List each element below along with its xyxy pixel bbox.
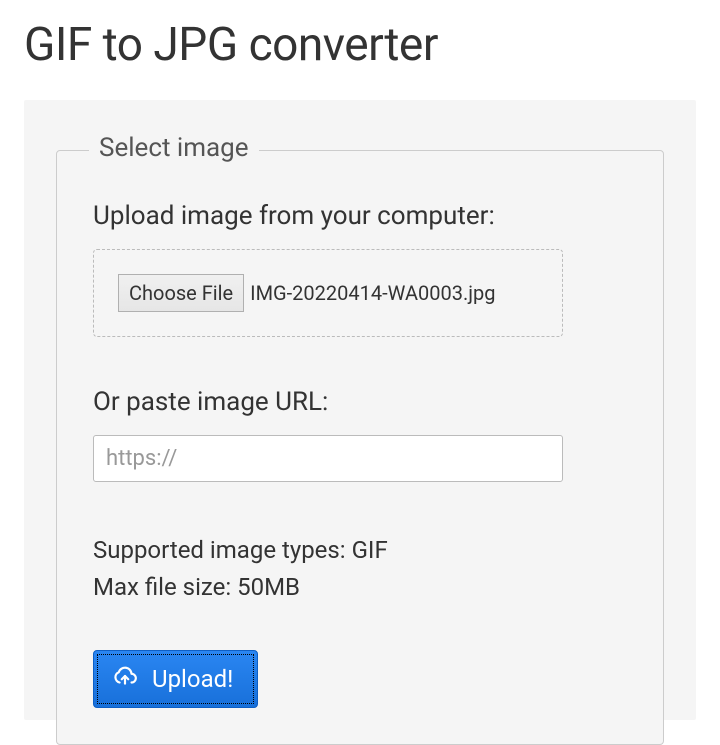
select-image-fieldset: Select image Upload image from your comp… (56, 150, 664, 745)
page-title: GIF to JPG converter (0, 0, 720, 100)
info-block: Supported image types: GIF Max file size… (93, 532, 627, 606)
upload-button[interactable]: Upload! (93, 650, 258, 708)
upload-button-label: Upload! (152, 665, 233, 693)
fieldset-legend: Select image (89, 133, 259, 163)
supported-types-line: Supported image types: GIF (93, 532, 627, 569)
choose-file-button[interactable]: Choose File (118, 274, 244, 312)
url-heading: Or paste image URL: (93, 387, 627, 417)
max-filesize-line: Max file size: 50MB (93, 569, 627, 606)
cloud-upload-icon (112, 663, 138, 695)
image-url-input[interactable] (93, 435, 563, 482)
selected-filename: IMG-20220414-WA0003.jpg (250, 281, 495, 305)
main-panel: Select image Upload image from your comp… (24, 100, 696, 720)
file-dropzone[interactable]: Choose File IMG-20220414-WA0003.jpg (93, 249, 563, 337)
upload-heading: Upload image from your computer: (93, 201, 627, 231)
